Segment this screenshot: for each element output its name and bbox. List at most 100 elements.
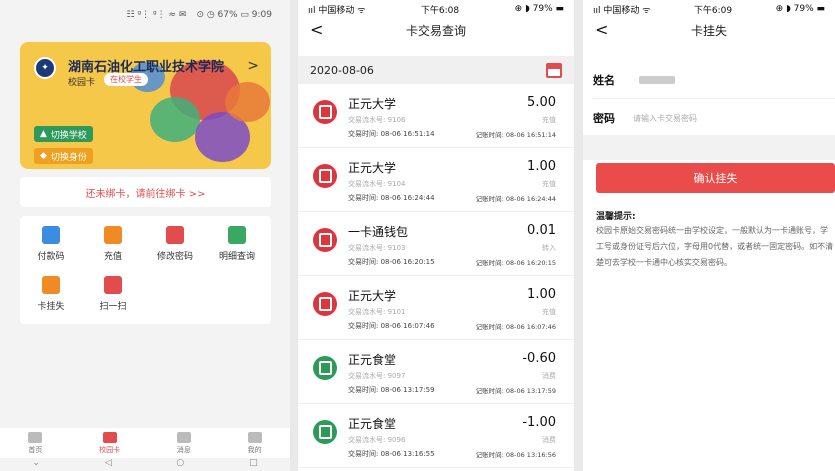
transaction-row[interactable]: 正元食堂 -0.60 交易流水号: 9097 消费 交易时间: 08-06 13:17:… <box>298 340 574 404</box>
wallet-icon <box>313 420 337 444</box>
tab-campus-card[interactable]: 校园卡 <box>99 431 121 455</box>
nav-back-icon[interactable]: ◁ <box>105 458 112 471</box>
wallet-icon <box>313 292 337 316</box>
merchant-name: 正元大学 <box>348 289 397 303</box>
tab-label: 首页 <box>28 445 43 454</box>
tab-profile[interactable]: 我的 <box>247 431 262 455</box>
serial-number: 交易流水号: 9097 <box>348 372 406 380</box>
password-label: 密码 <box>593 112 615 125</box>
transaction-type: 消费 <box>542 372 556 380</box>
merchant-name: 一卡通钱包 <box>348 225 409 239</box>
tip-text: 校园卡原始交易密码统一由学校设定，一般默认为一卡通账号，学工号或身份证号后六位，… <box>596 226 834 267</box>
serial-number: 交易流水号: 9103 <box>348 244 406 252</box>
nav-home-icon[interactable]: ○ <box>176 458 184 471</box>
school-name: 湖南石油化工职业技术学院 <box>68 60 225 75</box>
switch-identity-label: 切换身份 <box>50 152 87 163</box>
card-type-label: 校园卡 <box>68 78 96 88</box>
status-battery: ⊕ ◗ 79% ▬ <box>514 4 564 14</box>
grid-item-detail-query[interactable]: 明细查询 <box>206 226 268 262</box>
profile-icon <box>247 431 262 443</box>
carrier-signal: ııl 中国移动 ᯤ <box>593 5 651 16</box>
password-input[interactable]: 请输入卡交易密码 <box>633 113 697 124</box>
grid-item-recharge[interactable]: 充值 <box>82 226 144 262</box>
transaction-amount: 1.00 <box>527 287 556 302</box>
transaction-row[interactable]: 正元大学 1.00 交易流水号: 9101 充值 交易时间: 08-06 16:07:4… <box>298 276 574 340</box>
tab-label: 校园卡 <box>99 445 121 454</box>
transaction-row[interactable]: 正元食堂 -1.00 交易流水号: 9096 消费 交易时间: 08-06 13:16:… <box>298 404 574 468</box>
transaction-amount: 0.01 <box>527 223 556 238</box>
transaction-time: 交易时间: 08-06 16:24:44 <box>348 194 435 202</box>
transaction-amount: -1.00 <box>522 415 556 430</box>
transaction-amount: 1.00 <box>527 159 556 174</box>
transaction-row[interactable]: 一卡通钱包 0.01 交易流水号: 9103 转入 交易时间: 08-06 16:20:… <box>298 212 574 276</box>
tab-message[interactable]: 消息 <box>176 431 191 455</box>
campus-card-icon <box>102 431 117 443</box>
bind-card-link[interactable]: 还未绑卡，请前往绑卡 >> <box>20 177 271 207</box>
detail-query-icon <box>228 226 246 244</box>
recharge-icon <box>104 226 122 244</box>
calendar-icon[interactable] <box>546 62 562 78</box>
grid-item-change-password[interactable]: 修改密码 <box>144 226 206 262</box>
campus-card-banner[interactable]: ✦ 湖南石油化工职业技术学院 校园卡 在校学生 > ▲ 切换学校 ◆ 切换身份 <box>20 42 271 169</box>
posting-time: 记账时间: 08-06 16:07:46 <box>475 323 556 331</box>
switch-identity-button[interactable]: ◆ 切换身份 <box>34 148 93 164</box>
tab-label: 消息 <box>176 445 191 454</box>
grid-item-scan[interactable]: 扫一扫 <box>82 276 144 312</box>
status-icons: ☷ ᵍ⋮ ᵍ⋮ ≈ ✉ <box>126 10 187 20</box>
tab-home[interactable]: 首页 <box>28 431 43 455</box>
school-icon: ▲ <box>40 129 47 139</box>
grid-item-label: 充值 <box>103 252 122 262</box>
grid-item-card-loss[interactable]: 卡挂失 <box>20 276 82 312</box>
transaction-list: 正元大学 5.00 交易流水号: 9106 充值交易时间: 08-06 16:51:1… <box>298 84 574 468</box>
posting-time: 记账时间: 08-06 13:17:59 <box>475 387 556 395</box>
posting-time: 记账时间: 08-06 16:51:14 <box>475 131 556 139</box>
card-loss-icon <box>42 276 60 294</box>
switch-school-label: 切换学校 <box>50 130 87 141</box>
serial-number: 交易流水号: 9106 <box>348 116 406 124</box>
section-gap <box>583 135 835 160</box>
transaction-type: 充值 <box>542 116 556 124</box>
carrier-signal: ııl 中国移动 ᯤ <box>308 5 366 16</box>
back-icon[interactable]: < <box>595 20 608 39</box>
nav-down-icon[interactable]: ⌄ <box>32 458 40 471</box>
switch-school-button[interactable]: ▲ 切换学校 <box>34 126 93 142</box>
chevron-right-icon[interactable]: > <box>247 58 259 74</box>
status-battery: ⊕ ◗ 79% ▬ <box>775 4 825 14</box>
name-field: 姓名 <box>593 72 675 88</box>
campus-card-home-screen: ☷ ᵍ⋮ ᵍ⋮ ≈ ✉ ⊙ ◷ 67% ▭ 9:09 ✦ 湖南石油化工职业技术学… <box>0 0 290 471</box>
lock-icon <box>166 226 184 244</box>
system-nav-bar: ⌄ ◁ ○ □ <box>0 458 290 471</box>
tip-title: 温馨提示: <box>596 212 636 222</box>
bottom-tab-bar: 首页 校园卡 消息 我的 <box>0 428 290 458</box>
name-value-redacted <box>639 76 675 84</box>
posting-time: 记账时间: 08-06 13:16:56 <box>475 451 556 459</box>
transaction-amount: 5.00 <box>527 95 556 110</box>
page-title: 卡挂失 <box>690 23 727 38</box>
grid-item-label: 扫一扫 <box>99 302 127 312</box>
transaction-time: 交易时间: 08-06 16:51:14 <box>348 130 435 138</box>
qr-code-icon <box>42 226 60 244</box>
date-header: 2020-08-06 <box>298 56 574 84</box>
confirm-loss-button[interactable]: 确认挂失 <box>596 163 835 193</box>
transaction-row[interactable]: 正元大学 1.00 交易流水号: 9104 充值 交易时间: 08-06 16:24:4… <box>298 148 574 212</box>
merchant-name: 正元大学 <box>348 97 397 111</box>
card-loss-screen: ııl 中国移动 ᯤ 下午6:09 ⊕ ◗ 79% ▬ < 卡挂失 姓名 密码 … <box>583 0 835 471</box>
grid-item-label: 卡挂失 <box>37 302 65 312</box>
transaction-row[interactable]: 正元大学 5.00 交易流水号: 9106 充值交易时间: 08-06 16:51:1… <box>298 84 574 148</box>
scan-icon <box>104 276 122 294</box>
grid-item-label: 付款码 <box>37 252 65 262</box>
nav-recent-icon[interactable]: □ <box>249 458 258 471</box>
graduation-cap-icon: ◆ <box>40 151 47 161</box>
grid-item-label: 明细查询 <box>218 252 255 262</box>
transaction-query-screen: ııl 中国移动 ᯤ 下午6:08 ⊕ ◗ 79% ▬ < 卡交易查询 2020… <box>298 0 574 471</box>
password-field[interactable]: 密码 请输入卡交易密码 <box>593 110 697 126</box>
tab-label: 我的 <box>247 445 262 454</box>
transaction-time: 交易时间: 08-06 16:20:15 <box>348 258 435 266</box>
message-icon <box>176 431 191 443</box>
grid-item-label: 修改密码 <box>156 252 193 262</box>
grid-item-payment-code[interactable]: 付款码 <box>20 226 82 262</box>
back-icon[interactable]: < <box>310 20 323 39</box>
date-label: 2020-08-06 <box>310 63 374 77</box>
merchant-name: 正元大学 <box>348 161 397 175</box>
home-icon <box>28 431 43 443</box>
